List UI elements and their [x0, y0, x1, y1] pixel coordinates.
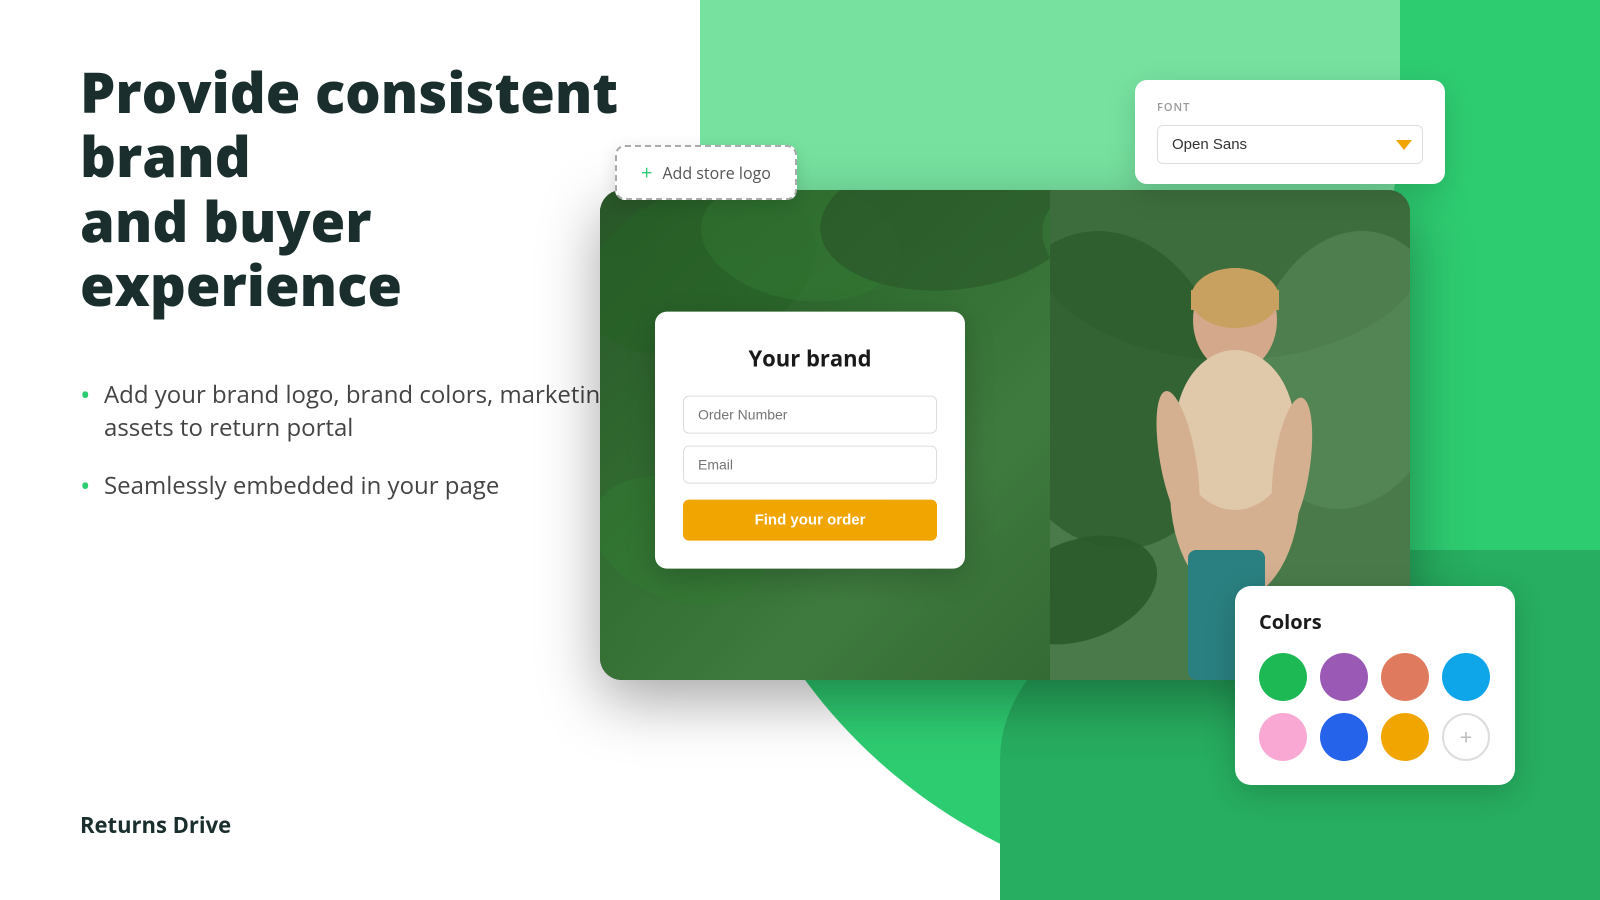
brand-name: Returns Drive	[80, 810, 231, 840]
bullet-list: Add your brand logo, brand colors, marke…	[80, 378, 640, 503]
colors-title: Colors	[1259, 608, 1491, 635]
brand-portal-title: Your brand	[683, 344, 937, 374]
find-order-button[interactable]: Find your order	[683, 500, 937, 541]
email-input[interactable]	[683, 446, 937, 484]
add-logo-label: Add store logo	[662, 162, 770, 184]
left-section: Provide consistent brand and buyer exper…	[80, 60, 640, 526]
color-swatch-pink[interactable]	[1259, 713, 1307, 761]
brand-logo: Returns Drive	[80, 810, 231, 840]
font-select-wrapper[interactable]: Open Sans Roboto Lato Montserrat Poppins	[1157, 125, 1423, 164]
add-logo-button[interactable]: + Add store logo	[615, 145, 797, 200]
plus-icon: +	[641, 159, 652, 186]
color-swatch-green[interactable]	[1259, 653, 1307, 701]
color-swatch-purple[interactable]	[1320, 653, 1368, 701]
colors-grid: +	[1259, 653, 1491, 761]
color-swatch-amber[interactable]	[1381, 713, 1429, 761]
font-card: FONT Open Sans Roboto Lato Montserrat Po…	[1135, 80, 1445, 184]
font-card-label: FONT	[1157, 100, 1423, 115]
color-swatch-blue[interactable]	[1442, 653, 1490, 701]
color-swatch-dark-blue[interactable]	[1320, 713, 1368, 761]
order-number-input[interactable]	[683, 396, 937, 434]
bullet-item-2: Seamlessly embedded in your page	[80, 469, 640, 503]
colors-card: Colors +	[1235, 586, 1515, 785]
brand-portal-card: Your brand Find your order	[655, 312, 965, 569]
font-select[interactable]: Open Sans Roboto Lato Montserrat Poppins	[1158, 126, 1422, 163]
bullet-item-1: Add your brand logo, brand colors, marke…	[80, 378, 640, 445]
main-heading: Provide consistent brand and buyer exper…	[80, 60, 640, 318]
color-swatch-coral[interactable]	[1381, 653, 1429, 701]
add-color-button[interactable]: +	[1442, 713, 1490, 761]
